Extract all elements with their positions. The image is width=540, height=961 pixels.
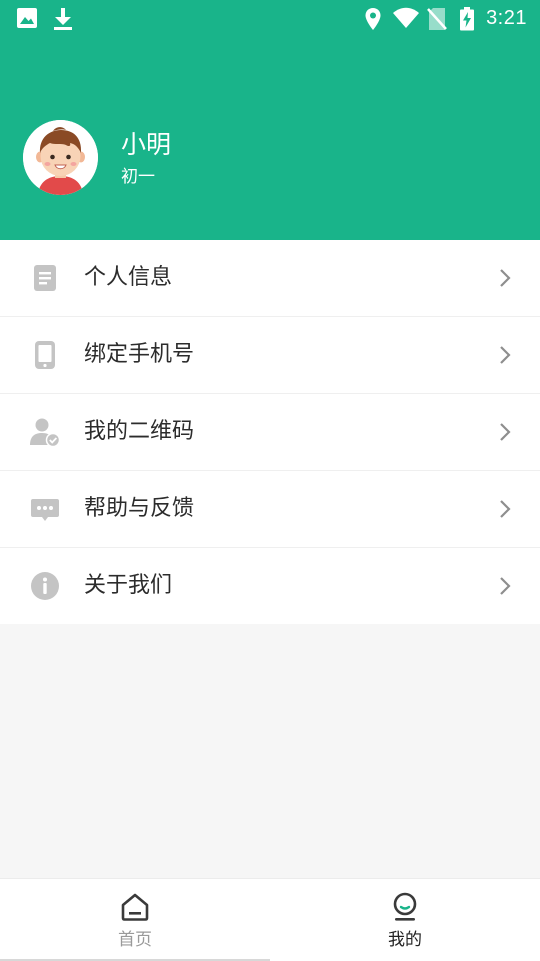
tab-mine-label: 我的 [388,930,422,950]
wifi-icon [393,7,419,28]
bottom-tab-bar: 首页 我的 [0,878,540,961]
download-icon [54,8,72,30]
avatar[interactable] [23,120,98,195]
user-verified-icon [30,418,61,448]
user-grade: 初一 [121,167,155,187]
no-sim-icon [427,8,447,30]
menu-item-bind-phone[interactable]: 绑定手机号 [0,317,540,394]
menu-item-my-qrcode[interactable]: 我的二维码 [0,394,540,471]
menu-label: 个人信息 [84,265,173,290]
tab-home[interactable]: 首页 [0,879,270,961]
location-icon [365,8,381,30]
menu-item-about-us[interactable]: 关于我们 [0,548,540,624]
chevron-right-icon [500,577,511,595]
image-icon [17,8,37,28]
menu-item-help-feedback[interactable]: 帮助与反馈 [0,471,540,548]
boy-avatar-illustration [23,120,98,195]
menu-label: 关于我们 [84,573,173,598]
menu-label: 我的二维码 [84,419,195,444]
chevron-right-icon [500,500,511,518]
chevron-right-icon [500,423,511,441]
phone-icon [35,341,55,369]
document-icon [34,265,56,291]
home-icon [121,893,149,921]
chat-bubble-icon [31,499,59,521]
chevron-right-icon [500,269,511,287]
status-bar: 3:21 [0,0,540,38]
info-icon [31,572,59,600]
user-name: 小明 [121,130,172,159]
menu-item-personal-info[interactable]: 个人信息 [0,240,540,317]
tab-mine[interactable]: 我的 [270,879,540,961]
settings-menu: 个人信息 绑定手机号 我的二维码 帮助与反馈 关于我们 [0,240,540,624]
profile-icon [393,892,417,921]
battery-charging-icon [460,7,474,31]
profile-header: 3:21 小明 初一 [0,0,540,240]
tab-home-label: 首页 [118,930,152,950]
chevron-right-icon [500,346,511,364]
menu-label: 帮助与反馈 [84,496,195,521]
menu-label: 绑定手机号 [84,342,195,367]
status-time: 3:21 [486,7,527,29]
